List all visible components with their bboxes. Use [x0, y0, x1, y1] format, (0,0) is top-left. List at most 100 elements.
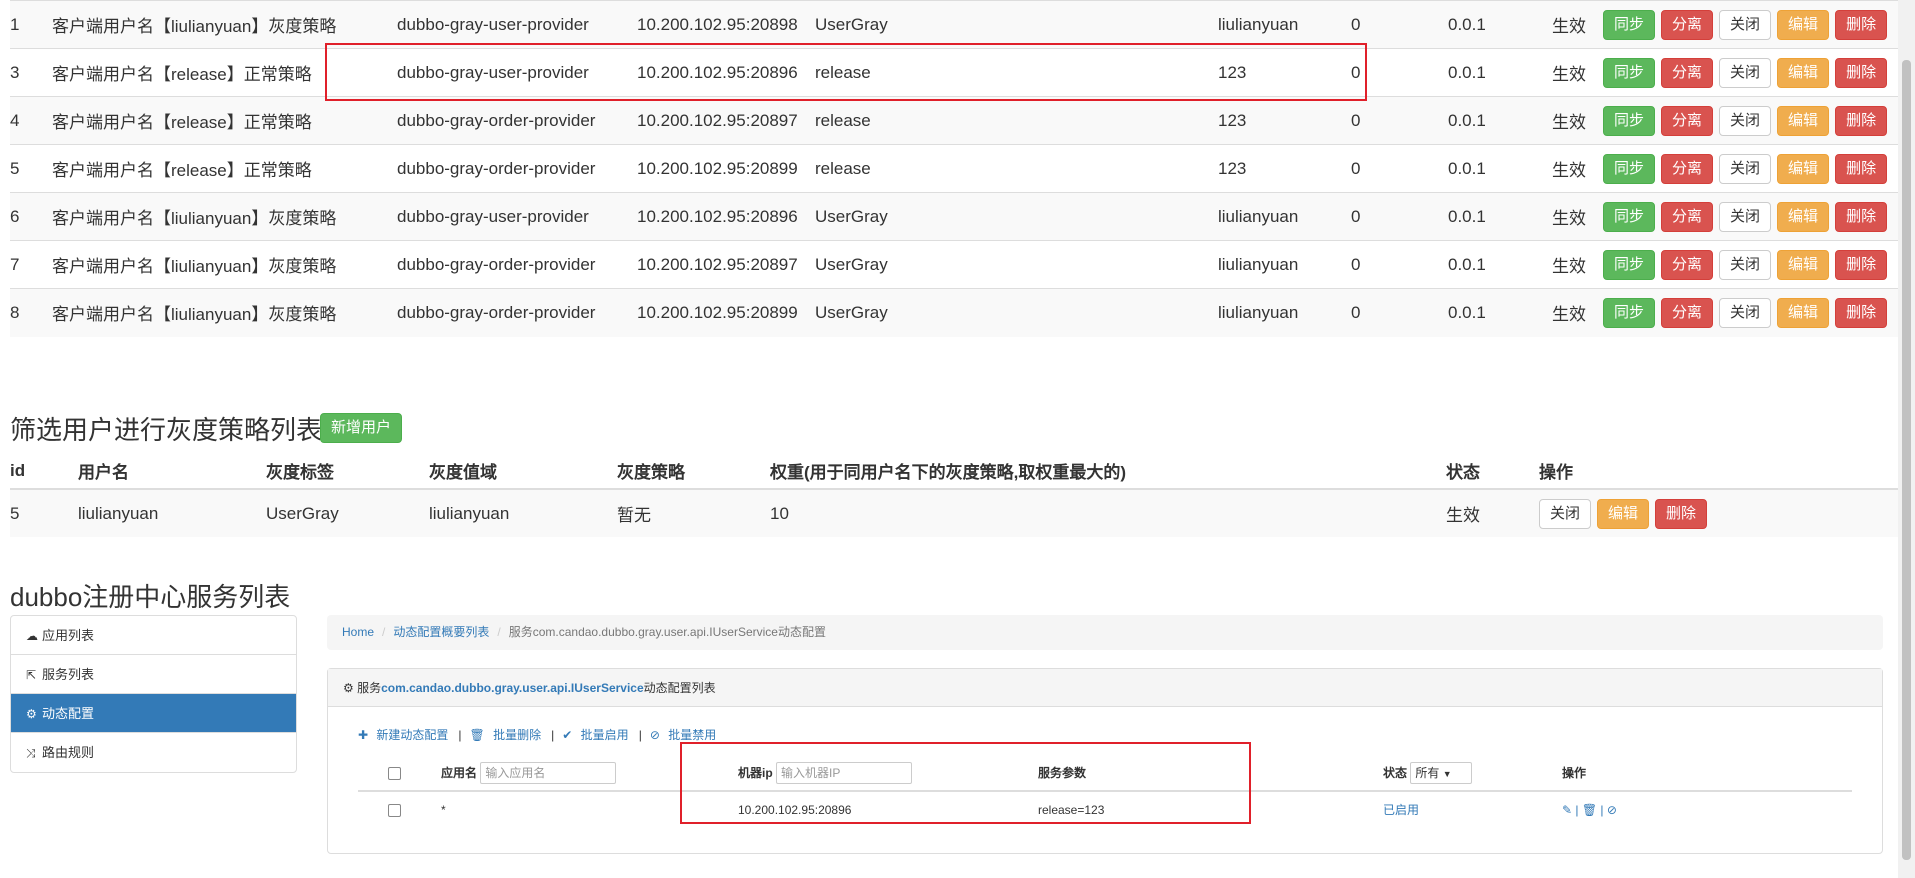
- sidebar-item-dynamic-config[interactable]: ⚙ 动态配置: [11, 694, 296, 733]
- status-filter-select[interactable]: 所有 ▼: [1410, 761, 1473, 784]
- breadcrumb-home-link[interactable]: Home: [342, 625, 374, 639]
- edit-button[interactable]: 编辑: [1597, 498, 1650, 529]
- edit-button[interactable]: 编辑: [1777, 105, 1830, 136]
- caret-down-icon: ▼: [1442, 768, 1452, 779]
- user-weight: 10: [770, 489, 1446, 537]
- users-header-tag: 灰度标签: [266, 453, 429, 490]
- batch-enable-link[interactable]: ✔ 批量启用: [562, 728, 633, 742]
- detach-button[interactable]: 分离: [1661, 249, 1714, 280]
- edit-button[interactable]: 编辑: [1777, 297, 1830, 328]
- row-version: 0.0.1: [1448, 96, 1552, 145]
- sync-button[interactable]: 同步: [1603, 9, 1656, 40]
- users-header-strategy: 灰度策略: [617, 453, 770, 490]
- edit-button[interactable]: 编辑: [1777, 57, 1830, 88]
- sidebar-item-routing[interactable]: ⤨ 路由规则: [11, 733, 296, 772]
- row-status: 生效: [1552, 48, 1603, 97]
- new-config-link[interactable]: ✚ 新建动态配置: [358, 728, 453, 742]
- cogs-icon: ⚙: [26, 707, 37, 721]
- users-header-value: 灰度值域: [429, 453, 617, 490]
- detach-button[interactable]: 分离: [1661, 105, 1714, 136]
- sidebar-item-services[interactable]: ⇱ 服务列表: [11, 655, 296, 694]
- sync-button[interactable]: 同步: [1603, 57, 1656, 88]
- cogs-icon: ⚙: [343, 681, 358, 695]
- config-actions: ✎ | 🗑 | ⊘: [1562, 802, 1617, 817]
- close-button[interactable]: 关闭: [1719, 105, 1772, 136]
- row-address: 10.200.102.95:20896: [637, 192, 815, 241]
- edit-button[interactable]: 编辑: [1777, 201, 1830, 232]
- detach-button[interactable]: 分离: [1661, 297, 1714, 328]
- batch-delete-link[interactable]: 🗑 批量删除: [470, 728, 547, 742]
- row-id: 5: [10, 144, 52, 193]
- panel-heading: ⚙ 服务com.candao.dubbo.gray.user.api.IUser…: [328, 669, 1882, 707]
- detach-button[interactable]: 分离: [1661, 9, 1714, 40]
- row-value: liulianyuan: [1218, 240, 1351, 289]
- row-checkbox[interactable]: [388, 803, 401, 817]
- close-button[interactable]: 关闭: [1719, 297, 1772, 328]
- edit-icon[interactable]: ✎: [1562, 803, 1572, 817]
- detach-button[interactable]: 分离: [1661, 57, 1714, 88]
- delete-button[interactable]: 删除: [1835, 105, 1888, 136]
- close-button[interactable]: 关闭: [1719, 57, 1772, 88]
- row-version: 0.0.1: [1448, 192, 1552, 241]
- delete-button[interactable]: 删除: [1655, 498, 1708, 529]
- panel-title-prefix: 服务: [357, 681, 382, 695]
- app-header: 应用名: [441, 765, 478, 780]
- users-header-username: 用户名: [78, 453, 266, 490]
- close-button[interactable]: 关闭: [1719, 201, 1772, 232]
- row-address: 10.200.102.95:20899: [637, 288, 815, 337]
- sync-button[interactable]: 同步: [1603, 297, 1656, 328]
- select-all-checkbox[interactable]: [388, 766, 401, 780]
- user-username: liulianyuan: [78, 489, 266, 537]
- status-header: 状态: [1383, 765, 1408, 780]
- delete-button[interactable]: 删除: [1835, 9, 1888, 40]
- table-row: 5 客户端用户名【release】正常策略 dubbo-gray-order-pro…: [10, 144, 1898, 193]
- app-filter-input[interactable]: [480, 761, 617, 784]
- row-strategy-name: 客户端用户名【release】正常策略: [52, 144, 397, 193]
- close-button[interactable]: 关闭: [1539, 498, 1592, 529]
- close-button[interactable]: 关闭: [1719, 153, 1772, 184]
- row-id: 6: [10, 192, 52, 241]
- panel-title-suffix: 动态配置列表: [643, 681, 716, 695]
- row-status: 生效: [1552, 192, 1603, 241]
- random-icon: ⤨: [26, 746, 36, 760]
- breadcrumb-overview-link[interactable]: 动态配置概要列表: [393, 625, 489, 639]
- page: 1 客户端用户名【liulianyuan】灰度策略 dubbo-gray-user-…: [0, 0, 1915, 878]
- users-table: id 用户名 灰度标签 灰度值域 灰度策略 权重(用于同用户名下的灰度策略,取权…: [10, 453, 1898, 537]
- row-strategy-name: 客户端用户名【liulianyuan】灰度策略: [52, 240, 397, 289]
- delete-button[interactable]: 删除: [1835, 153, 1888, 184]
- detach-button[interactable]: 分离: [1661, 153, 1714, 184]
- row-weight: 0: [1351, 192, 1448, 241]
- add-user-button[interactable]: 新增用户: [320, 413, 403, 443]
- plus-icon: ✚: [358, 728, 369, 742]
- user-value: liulianyuan: [429, 489, 617, 537]
- scrollbar[interactable]: [1898, 0, 1915, 878]
- scrollbar-thumb[interactable]: [1902, 60, 1911, 860]
- sync-button[interactable]: 同步: [1603, 201, 1656, 232]
- sync-button[interactable]: 同步: [1603, 105, 1656, 136]
- row-service: dubbo-gray-order-provider: [397, 144, 637, 193]
- ban-icon[interactable]: ⊘: [1607, 803, 1617, 817]
- delete-button[interactable]: 删除: [1835, 249, 1888, 280]
- delete-button[interactable]: 删除: [1835, 297, 1888, 328]
- detach-button[interactable]: 分离: [1661, 201, 1714, 232]
- row-strategy-name: 客户端用户名【liulianyuan】灰度策略: [52, 0, 397, 49]
- row-weight: 0: [1351, 96, 1448, 145]
- table-row: 6 客户端用户名【liulianyuan】灰度策略 dubbo-gray-user-…: [10, 192, 1898, 241]
- delete-button[interactable]: 删除: [1835, 201, 1888, 232]
- close-button[interactable]: 关闭: [1719, 9, 1772, 40]
- registry-section-title: dubbo注册中心服务列表: [10, 582, 291, 612]
- users-header-status: 状态: [1446, 453, 1539, 490]
- close-button[interactable]: 关闭: [1719, 249, 1772, 280]
- trash-icon[interactable]: 🗑: [1582, 803, 1597, 817]
- sidebar-item-apps[interactable]: ☁ 应用列表: [11, 616, 296, 655]
- edit-button[interactable]: 编辑: [1777, 9, 1830, 40]
- row-service: dubbo-gray-user-provider: [397, 0, 637, 49]
- sync-button[interactable]: 同步: [1603, 153, 1656, 184]
- batch-disable-link[interactable]: ⊘ 批量禁用: [650, 728, 721, 742]
- row-address: 10.200.102.95:20897: [637, 96, 815, 145]
- edit-button[interactable]: 编辑: [1777, 153, 1830, 184]
- edit-button[interactable]: 编辑: [1777, 249, 1830, 280]
- row-strategy-name: 客户端用户名【liulianyuan】灰度策略: [52, 192, 397, 241]
- sync-button[interactable]: 同步: [1603, 249, 1656, 280]
- delete-button[interactable]: 删除: [1835, 57, 1888, 88]
